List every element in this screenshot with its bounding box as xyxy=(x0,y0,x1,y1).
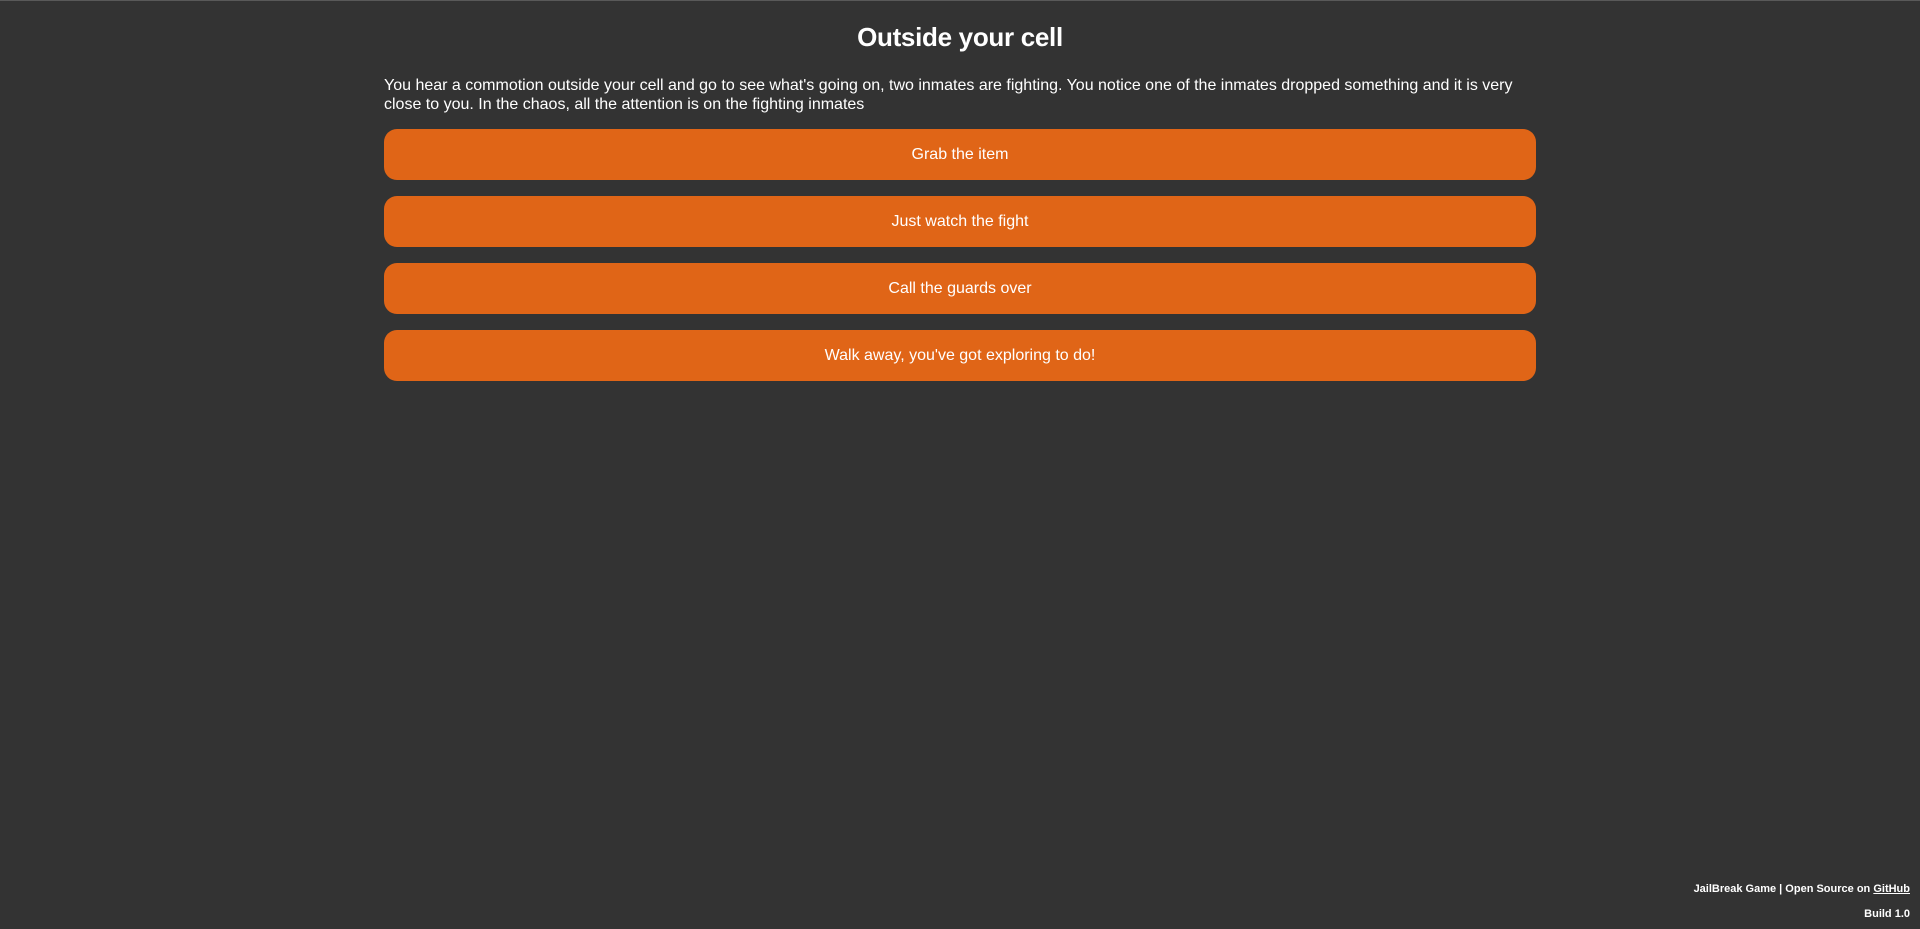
scene-container: Outside your cell You hear a commotion o… xyxy=(384,0,1536,397)
scene-description: You hear a commotion outside your cell a… xyxy=(384,77,1513,113)
build-version: Build 1.0 xyxy=(1864,908,1910,920)
choice-walk-away-button[interactable]: Walk away, you've got exploring to do! xyxy=(384,330,1536,381)
github-link[interactable]: GitHub xyxy=(1873,883,1910,895)
footer-credit-text: JailBreak Game | Open Source on xyxy=(1693,883,1874,895)
choice-grab-item-button[interactable]: Grab the item xyxy=(384,129,1536,180)
choice-watch-fight-button[interactable]: Just watch the fight xyxy=(384,196,1536,247)
footer: JailBreak Game | Open Source on GitHub B… xyxy=(1694,882,1910,921)
choice-list: Grab the item Just watch the fight Call … xyxy=(384,129,1536,381)
footer-credit: JailBreak Game | Open Source on GitHub xyxy=(1694,882,1910,896)
scene-title: Outside your cell xyxy=(857,22,1063,52)
choice-call-guards-button[interactable]: Call the guards over xyxy=(384,263,1536,314)
